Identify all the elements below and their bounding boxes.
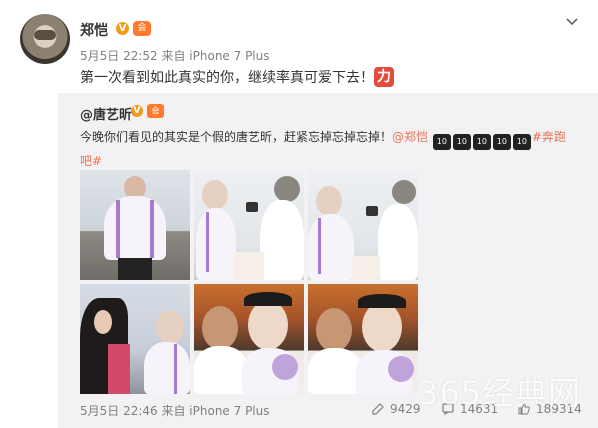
repost-stat[interactable]: 9429 (372, 402, 421, 416)
hashtag-link-continued[interactable]: 吧# (80, 154, 102, 168)
photo-grid (80, 170, 418, 394)
emoji-power-icon: 力 (374, 67, 394, 87)
photo-thumbnail[interactable] (308, 170, 418, 280)
emoji-icon: 10 (512, 134, 531, 150)
mention-link[interactable]: @郑恺 (392, 130, 428, 144)
emoji-icon: 10 (432, 134, 451, 150)
repost-icon (372, 403, 384, 415)
repost-text-main: 今晚你们看见的其实是个假的唐艺昕，赶紧忘掉忘掉忘掉！ (80, 130, 393, 144)
post-text: 第一次看到如此真实的你，继续率真可爱下去！ (80, 70, 374, 86)
repost-count: 9429 (390, 402, 421, 416)
photo-thumbnail[interactable] (80, 284, 190, 394)
emoji-icon: 10 (492, 134, 511, 150)
author-avatar[interactable] (20, 14, 70, 64)
repost-text: 今晚你们看见的其实是个假的唐艺昕，赶紧忘掉忘掉忘掉！@郑恺 10 10 10 10 10… (80, 126, 590, 172)
photo-thumbnail[interactable] (308, 284, 418, 394)
verified-badge-icon: V (116, 22, 129, 35)
hashtag-link[interactable]: #奔跑 (532, 130, 566, 144)
photo-thumbnail[interactable] (194, 284, 304, 394)
chevron-down-icon[interactable] (565, 14, 579, 28)
watermark: 365经典网 (418, 374, 582, 412)
post-meta: 5月5日 22:52 来自 iPhone 7 Plus (80, 49, 270, 63)
emoji-icon: 10 (472, 134, 491, 150)
repost-author-name[interactable]: @唐艺昕 (80, 104, 132, 123)
emoji-icon: 10 (452, 134, 471, 150)
author-name[interactable]: 郑恺 (80, 20, 108, 40)
photo-thumbnail[interactable] (80, 170, 190, 280)
repost-verified-badge-icon: V (131, 105, 143, 117)
member-badge-icon: 会 (133, 21, 151, 36)
weibo-card: 郑恺 V 会 5月5日 22:52 来自 iPhone 7 Plus 第一次看到… (0, 0, 598, 428)
photo-thumbnail[interactable] (194, 170, 304, 280)
repost-meta: 5月5日 22:46 来自 iPhone 7 Plus (80, 404, 270, 418)
repost-member-badge-icon: 会 (147, 104, 164, 118)
